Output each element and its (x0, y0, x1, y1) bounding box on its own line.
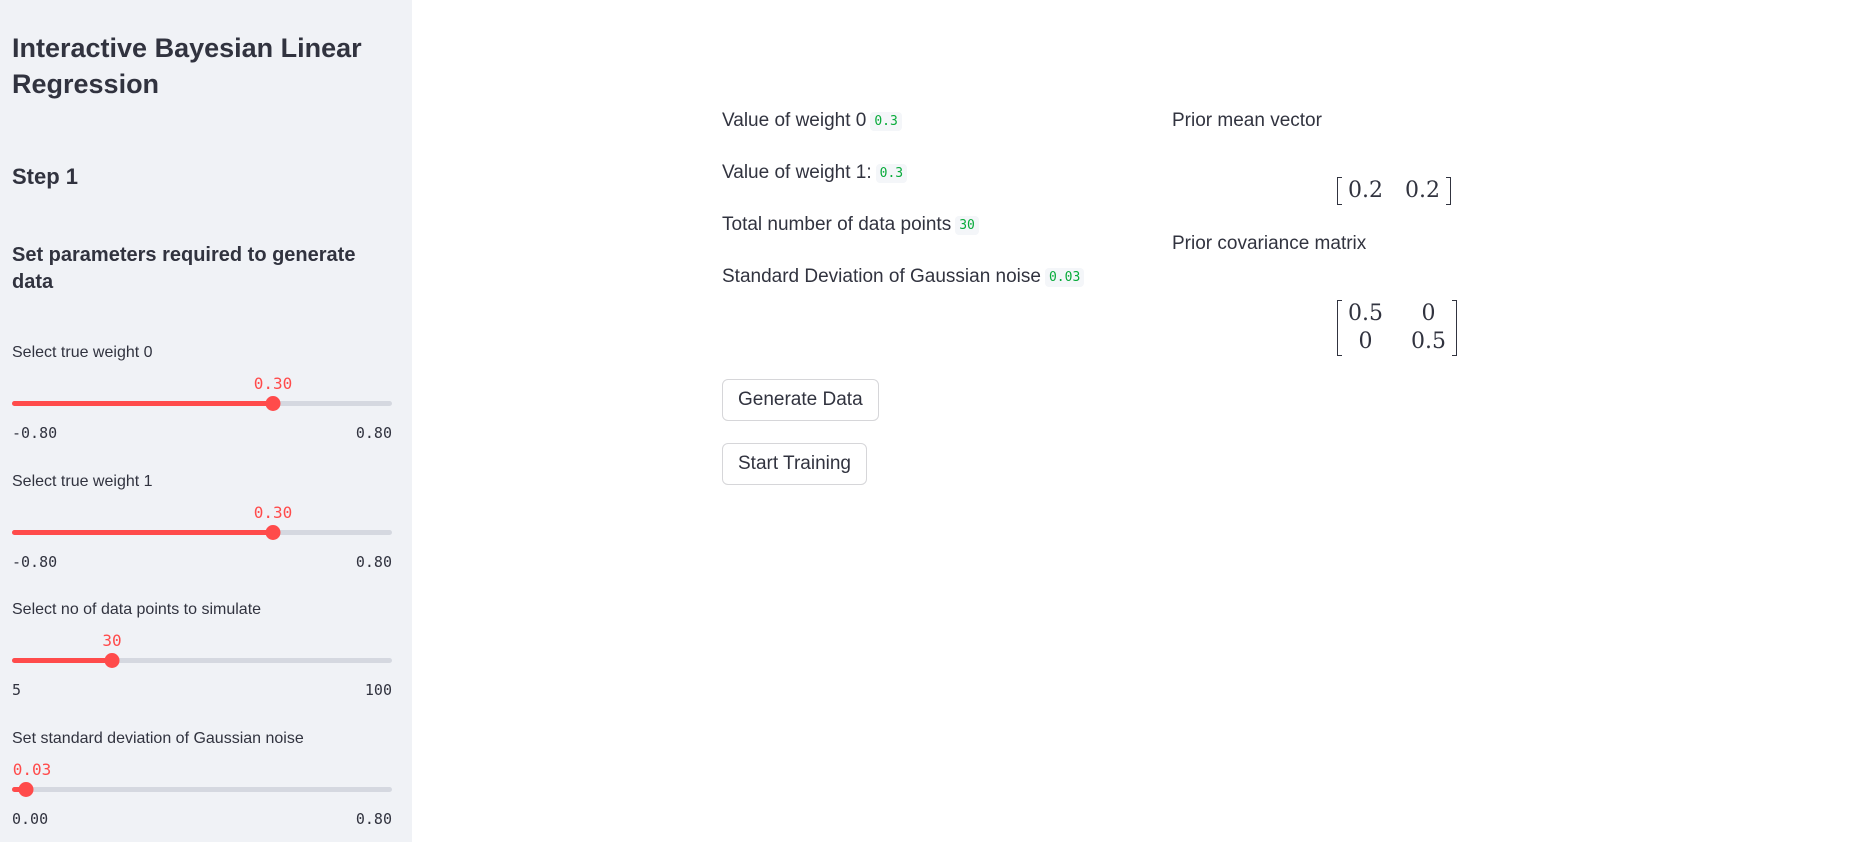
code-value: 0.3 (870, 112, 902, 131)
slider-max: 0.80 (355, 553, 392, 571)
matrix-cell: 0.5 (1348, 301, 1383, 326)
generate-data-button[interactable]: Generate Data (722, 379, 879, 421)
prior-covariance-matrix: 0.5 0 0 0.5 (1337, 300, 1457, 356)
main-content: Value of weight 0 0.3 Value of weight 1: 0… (412, 0, 1852, 842)
slider-thumb[interactable] (104, 653, 120, 668)
slider-fill (12, 530, 273, 535)
app: Interactive Bayesian Linear Regression S… (0, 0, 1852, 842)
slider-max: 100 (364, 681, 392, 699)
slider-true-weight-0[interactable]: Select true weight 0 0.30 -0.80 0.80 (12, 344, 392, 454)
slider-label: Select no of data points to simulate (12, 601, 262, 618)
prior-cov-label: Prior covariance matrix (1172, 233, 1367, 254)
matrix-body: 0.5 0 0 0.5 (1342, 300, 1452, 356)
step-heading: Step 1 (12, 164, 79, 189)
info-label: Value of weight 1: (722, 162, 872, 183)
slider-label: Select true weight 0 (12, 344, 153, 361)
slider-thumb[interactable] (265, 396, 281, 411)
slider-value: 0.30 (253, 503, 293, 522)
info-noise-std: Standard Deviation of Gaussian noise 0.03 (722, 266, 1085, 288)
prior-mean-vector: 0.2 0.2 (1337, 177, 1451, 205)
slider-max: 0.80 (355, 424, 392, 442)
code-value: 0.3 (875, 164, 908, 183)
matrix-cell: 0 (1421, 301, 1436, 326)
matrix-cell: 0.2 (1348, 178, 1383, 203)
bracket-right (1446, 177, 1451, 205)
sidebar: Interactive Bayesian Linear Regression S… (0, 0, 412, 842)
matrix-cell: 0.2 (1405, 178, 1440, 203)
code-value: 0.03 (1044, 268, 1085, 287)
matrix-cell: 0.5 (1411, 329, 1446, 354)
slider-min: 5 (12, 681, 22, 699)
slider-fill (12, 658, 112, 663)
slider-thumb[interactable] (18, 782, 34, 797)
bracket-right (1452, 300, 1457, 356)
start-training-button[interactable]: Start Training (722, 443, 867, 485)
slider-track[interactable] (12, 658, 392, 663)
info-data-points: Total number of data points 30 (722, 214, 979, 236)
info-weight-1: Value of weight 1: 0.3 (722, 162, 908, 184)
slider-true-weight-1[interactable]: Select true weight 1 0.30 -0.80 0.80 (12, 473, 392, 583)
slider-track[interactable] (12, 530, 392, 535)
slider-track[interactable] (12, 401, 392, 406)
slider-value: 0.03 (12, 760, 52, 779)
info-label: Value of weight 0 (722, 110, 867, 131)
slider-data-points[interactable]: Select no of data points to simulate 30 … (12, 601, 392, 711)
matrix-cell: 0 (1358, 329, 1373, 354)
code-value: 30 (955, 216, 979, 235)
slider-label: Set standard deviation of Gaussian noise (12, 730, 304, 747)
slider-min: -0.80 (12, 424, 58, 442)
slider-min: -0.80 (12, 553, 58, 571)
info-label: Standard Deviation of Gaussian noise (722, 266, 1041, 287)
info-weight-0: Value of weight 0 0.3 (722, 110, 902, 132)
sidebar-title: Interactive Bayesian Linear Regression (12, 33, 362, 99)
slider-thumb[interactable] (265, 525, 281, 540)
slider-label: Select true weight 1 (12, 473, 153, 490)
slider-fill (12, 401, 273, 406)
slider-max: 0.80 (355, 810, 392, 828)
slider-min: 0.00 (12, 810, 49, 828)
slider-value: 0.30 (253, 374, 293, 393)
prior-mean-label: Prior mean vector (1172, 110, 1322, 131)
slider-value: 30 (102, 631, 122, 650)
slider-track[interactable] (12, 787, 392, 792)
slider-noise-std[interactable]: Set standard deviation of Gaussian noise… (12, 730, 392, 840)
sidebar-subheader: Set parameters required to generate data (12, 244, 356, 293)
info-label: Total number of data points (722, 214, 952, 235)
matrix-body: 0.2 0.2 (1342, 177, 1446, 205)
